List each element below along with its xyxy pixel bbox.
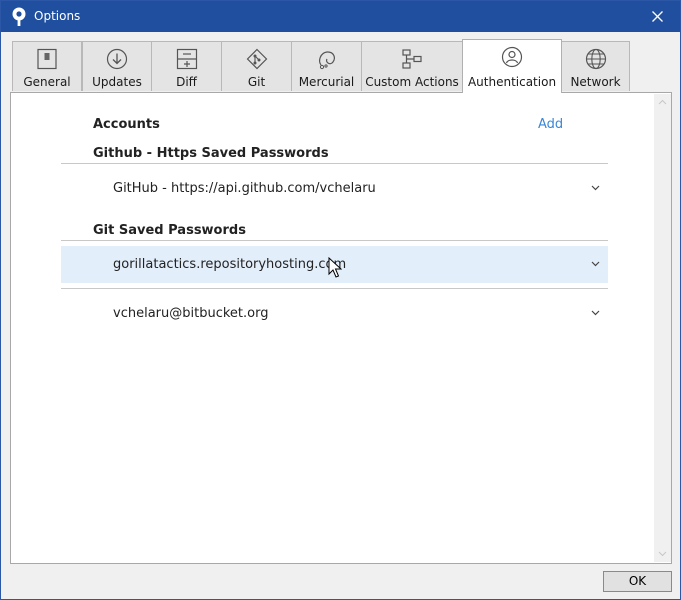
row-divider (61, 288, 608, 289)
chevron-down-icon[interactable] (591, 185, 600, 191)
section-divider (61, 240, 608, 241)
diff-icon (176, 48, 197, 70)
saved-password-label: vchelaru@bitbucket.org (113, 306, 269, 321)
chevron-down-icon[interactable] (591, 310, 600, 316)
tab-mercurial[interactable]: Mercurial (291, 41, 362, 91)
download-circle-icon (106, 48, 128, 70)
tab-general[interactable]: General (12, 41, 82, 91)
tab-label: Git (247, 75, 266, 89)
ok-button[interactable]: OK (603, 571, 672, 592)
tab-diff[interactable]: Diff (151, 41, 222, 91)
saved-password-label: gorillatactics.repositoryhosting.com (113, 257, 347, 272)
user-icon (501, 46, 523, 68)
close-icon (652, 11, 663, 22)
tab-label: Updates (92, 75, 142, 89)
sourcetree-icon (12, 7, 26, 26)
tab-label: Mercurial (298, 75, 355, 89)
saved-password-label: GitHub - https://api.github.com/vchelaru (113, 181, 376, 196)
close-button[interactable] (636, 1, 680, 32)
window-title: Options (34, 9, 81, 23)
globe-icon (585, 48, 606, 70)
mercurial-icon (318, 51, 335, 70)
tab-git[interactable]: Git (221, 41, 292, 91)
add-account-link[interactable]: Add (538, 117, 563, 132)
tab-custom-actions[interactable]: Custom Actions (361, 41, 463, 91)
toggle-switch-icon (37, 48, 57, 70)
tab-updates[interactable]: Updates (82, 41, 152, 91)
tab-label: Custom Actions (365, 75, 459, 89)
tab-network[interactable]: Network (561, 41, 630, 91)
git-icon (246, 48, 267, 70)
chevron-down-icon[interactable] (591, 261, 600, 267)
tab-label: Diff (176, 75, 197, 89)
section-divider (61, 163, 608, 164)
tab-label: Authentication (467, 75, 557, 89)
saved-password-row-bitbucket[interactable]: vchelaru@bitbucket.org (61, 295, 608, 332)
custom-actions-icon (402, 49, 422, 69)
accounts-heading: Accounts (93, 117, 160, 132)
scroll-down-icon[interactable] (658, 549, 667, 558)
github-section-heading: Github - Https Saved Passwords (93, 146, 329, 161)
vertical-scrollbar[interactable] (654, 94, 671, 562)
tab-authentication[interactable]: Authentication (462, 39, 562, 93)
scroll-up-icon[interactable] (658, 98, 667, 107)
tab-label: Network (570, 75, 621, 89)
title-bar: Options (1, 1, 680, 32)
mouse-cursor-icon (328, 257, 342, 278)
tab-label: General (23, 75, 71, 89)
git-section-heading: Git Saved Passwords (93, 223, 246, 238)
options-window: Options General Updates Diff Git Mercuri… (0, 0, 681, 600)
saved-password-row-github[interactable]: GitHub - https://api.github.com/vchelaru (61, 170, 608, 207)
